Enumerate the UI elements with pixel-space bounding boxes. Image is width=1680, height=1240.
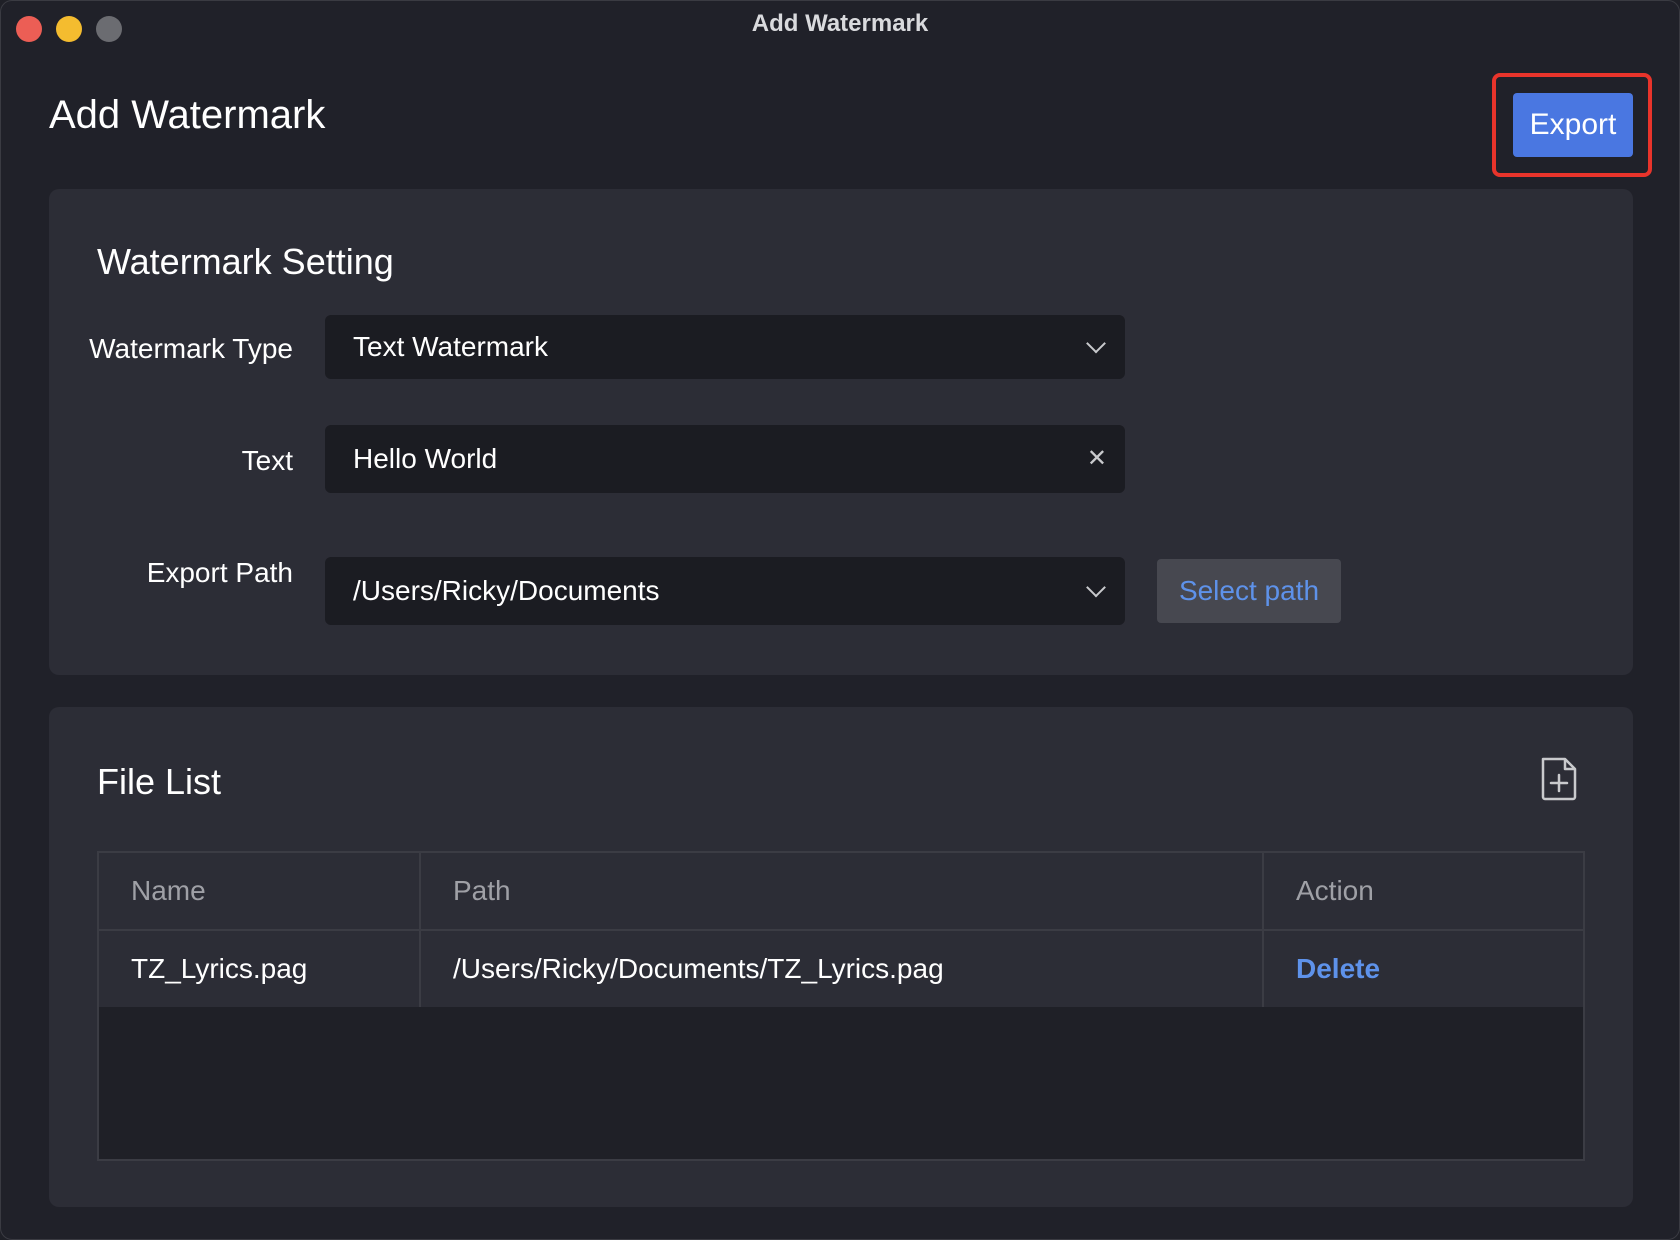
title-bar: Add Watermark — [1, 1, 1679, 49]
table-header-row: Name Path Action — [99, 853, 1583, 931]
chevron-down-icon — [1086, 333, 1106, 354]
text-input-value: Hello World — [353, 443, 498, 474]
text-input[interactable]: Hello World ✕ — [325, 425, 1125, 493]
close-icon[interactable]: ✕ — [1087, 447, 1107, 471]
watermark-setting-card: Watermark Setting Watermark Type Text Wa… — [49, 189, 1633, 675]
file-name-cell: TZ_Lyrics.pag — [99, 931, 421, 1007]
export-path-value: /Users/Ricky/Documents — [353, 575, 660, 606]
page-title: Add Watermark — [49, 93, 326, 137]
export-path-label: Export Path — [146, 557, 293, 588]
table-row[interactable]: TZ_Lyrics.pag /Users/Ricky/Documents/TZ_… — [99, 931, 1583, 1007]
window-title: Add Watermark — [751, 10, 929, 37]
file-plus-icon[interactable] — [1539, 757, 1579, 801]
watermark-setting-title: Watermark Setting — [97, 241, 394, 282]
text-label: Text — [241, 445, 293, 476]
file-list-card: File List Name Path Action TZ_Lyrics.pag… — [49, 707, 1633, 1207]
watermark-type-value: Text Watermark — [353, 331, 548, 362]
file-list-title: File List — [97, 761, 222, 802]
export-path-select[interactable]: /Users/Ricky/Documents — [325, 557, 1125, 625]
file-table: Name Path Action TZ_Lyrics.pag /Users/Ri… — [97, 851, 1585, 1161]
column-header-action[interactable]: Action — [1264, 853, 1583, 929]
column-header-path[interactable]: Path — [421, 853, 1264, 929]
watermark-type-label: Watermark Type — [89, 333, 293, 364]
file-path-cell: /Users/Ricky/Documents/TZ_Lyrics.pag — [421, 931, 1264, 1007]
select-path-button[interactable]: Select path — [1157, 559, 1341, 623]
action-cell: Delete — [1264, 931, 1583, 1007]
export-button[interactable]: Export — [1513, 93, 1633, 157]
watermark-type-select[interactable]: Text Watermark — [325, 315, 1125, 379]
delete-link[interactable]: Delete — [1296, 953, 1380, 985]
app-window: Add Watermark Add Watermark Export Water… — [0, 0, 1680, 1240]
column-header-name[interactable]: Name — [99, 853, 421, 929]
chevron-down-icon — [1086, 577, 1106, 598]
